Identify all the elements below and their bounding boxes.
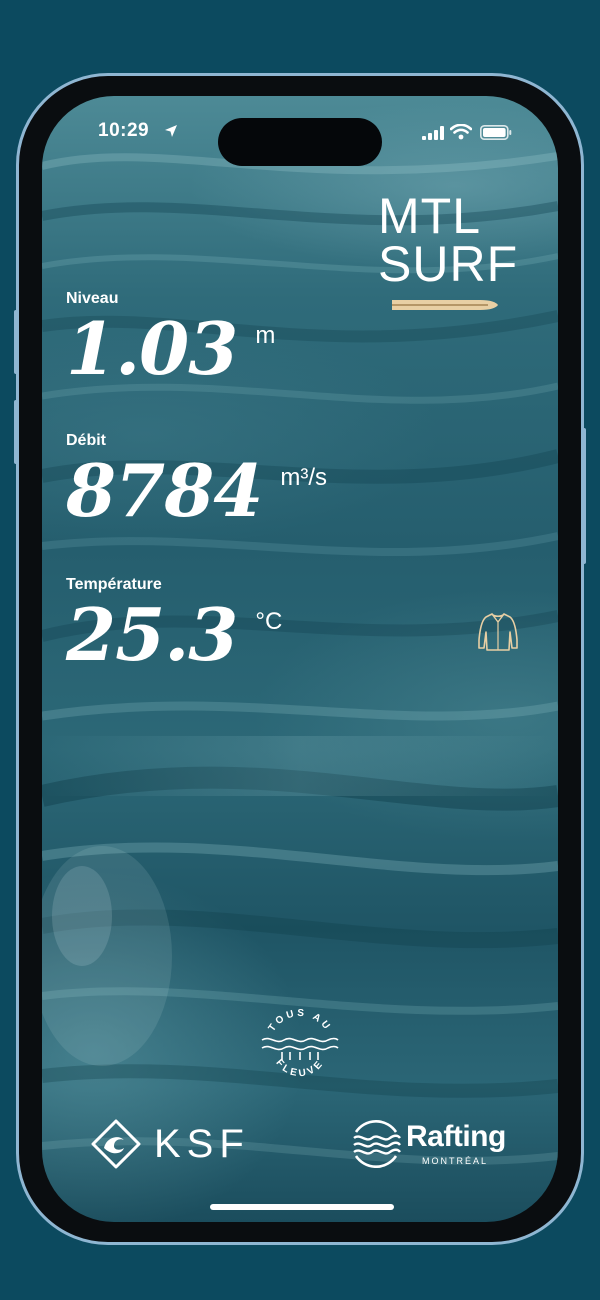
tous-au-text: TOUS AU bbox=[267, 1008, 331, 1034]
temperature-unit: °C bbox=[255, 608, 283, 635]
wetsuit-icon[interactable] bbox=[476, 610, 520, 654]
wifi-icon bbox=[450, 124, 472, 140]
home-indicator[interactable] bbox=[210, 1204, 394, 1210]
metric-niveau: Niveau 1.03 m bbox=[66, 290, 275, 388]
debit-value: 8784 bbox=[66, 448, 263, 533]
status-bar: 10:29 bbox=[42, 96, 558, 176]
tous-au-fleuve-logo: TOUS AU FLEUVE bbox=[261, 1008, 339, 1079]
ksf-wave-icon bbox=[91, 1119, 141, 1169]
app-screen: 10:29 MTL SURF Niveau 1.03 m Débit 8784 … bbox=[42, 96, 558, 1222]
fleuve-text: FLEUVE bbox=[273, 1057, 323, 1079]
temperature-value: 25.3 bbox=[66, 592, 238, 677]
niveau-unit: m bbox=[255, 322, 276, 349]
niveau-value: 1.03 bbox=[66, 306, 238, 391]
rafting-waves-icon bbox=[353, 1119, 401, 1168]
temperature-row: 25.3 °C bbox=[66, 596, 282, 674]
ksf-text: KSF bbox=[154, 1122, 250, 1166]
mtl-surf-logo: MTL SURF bbox=[378, 188, 548, 310]
cellular-signal-icon bbox=[422, 126, 444, 140]
location-arrow-icon bbox=[165, 125, 177, 137]
rafting-text: Rafting bbox=[406, 1120, 506, 1153]
metric-temperature: Température 25.3 °C bbox=[66, 576, 282, 674]
debit-row: 8784 m³/s bbox=[66, 452, 327, 530]
rafting-montreal-logo: Rafting MONTRÉAL bbox=[348, 1118, 518, 1174]
debit-unit: m³/s bbox=[280, 464, 328, 491]
surfboard-icon bbox=[392, 300, 498, 310]
svg-text:FLEUVE: FLEUVE bbox=[273, 1057, 326, 1079]
battery-icon bbox=[480, 125, 512, 140]
svg-text:TOUS AU: TOUS AU bbox=[267, 1008, 334, 1034]
page-stage: 10:29 MTL SURF Niveau 1.03 m Débit 8784 … bbox=[0, 0, 600, 1300]
metric-debit: Débit 8784 m³/s bbox=[66, 432, 327, 530]
niveau-row: 1.03 m bbox=[66, 310, 275, 388]
ksf-logo: KSF bbox=[90, 1116, 270, 1172]
status-time: 10:29 bbox=[98, 120, 150, 141]
brand-line-2: SURF bbox=[378, 236, 519, 292]
dynamic-island bbox=[218, 118, 382, 166]
brand-line-1: MTL bbox=[378, 188, 481, 244]
montreal-text: MONTRÉAL bbox=[422, 1156, 489, 1166]
